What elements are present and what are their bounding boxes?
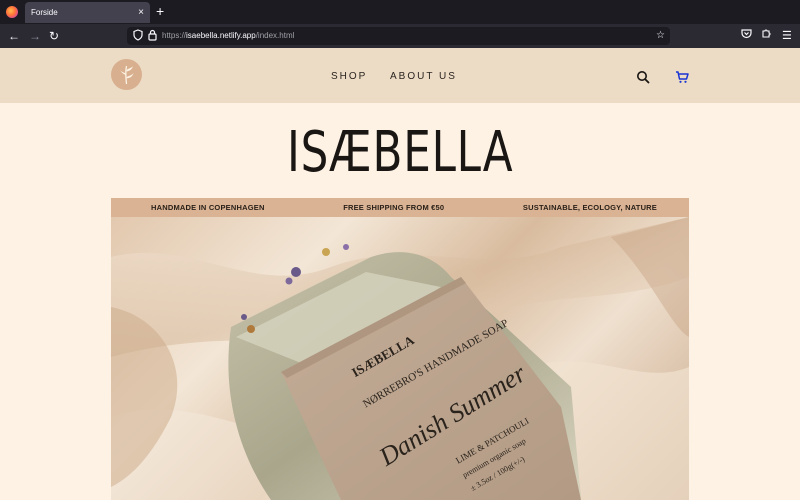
url-path: /index.html: [255, 31, 295, 40]
info-handmade: HANDMADE IN COPENHAGEN: [151, 203, 265, 212]
bookmark-star-icon[interactable]: ☆: [656, 29, 665, 43]
browser-tab[interactable]: Forside ×: [25, 2, 150, 23]
nav-about-us[interactable]: ABOUT US: [390, 71, 457, 82]
url-domain: isaebella.netlify.app: [186, 31, 256, 40]
url-text: https://isaebella.netlify.app/index.html: [162, 27, 294, 45]
info-bar: HANDMADE IN COPENHAGEN FREE SHIPPING FRO…: [111, 198, 689, 217]
url-prefix: https://: [162, 31, 187, 40]
brand-title-text: ISÆBELLA: [286, 120, 514, 185]
browser-toolbar: ← → ↻ https://isaebella.netlify.app/inde…: [0, 24, 800, 48]
site-header: SHOP ABOUT US: [0, 48, 800, 103]
logo-leaf-icon[interactable]: [111, 59, 142, 90]
nav-shop[interactable]: SHOP: [331, 71, 367, 82]
hero-image: ISÆBELLA NØRREBRO'S HANDMADE SOAP Danish…: [111, 217, 689, 500]
shield-icon[interactable]: [133, 29, 143, 46]
browser-tab-bar: Forside × +: [0, 0, 800, 24]
cart-icon[interactable]: [675, 70, 689, 84]
extensions-icon[interactable]: [761, 28, 772, 44]
tab-close-icon[interactable]: ×: [138, 2, 144, 23]
new-tab-icon[interactable]: +: [156, 3, 164, 20]
info-sustainable: SUSTAINABLE, ECOLOGY, NATURE: [522, 203, 657, 212]
back-icon[interactable]: ←: [8, 28, 20, 44]
brand-title: ISÆBELLA: [0, 120, 800, 185]
browser-logo-icon: [6, 6, 18, 18]
tab-title: Forside: [31, 8, 58, 17]
address-bar[interactable]: https://isaebella.netlify.app/index.html…: [127, 27, 670, 45]
forward-icon[interactable]: →: [29, 28, 41, 44]
reload-icon[interactable]: ↻: [49, 28, 59, 44]
search-icon[interactable]: [636, 70, 650, 84]
lock-icon[interactable]: [148, 29, 157, 46]
info-shipping: FREE SHIPPING FROM €50: [343, 203, 445, 212]
pocket-icon[interactable]: [741, 28, 752, 44]
menu-icon[interactable]: ☰: [782, 28, 792, 44]
